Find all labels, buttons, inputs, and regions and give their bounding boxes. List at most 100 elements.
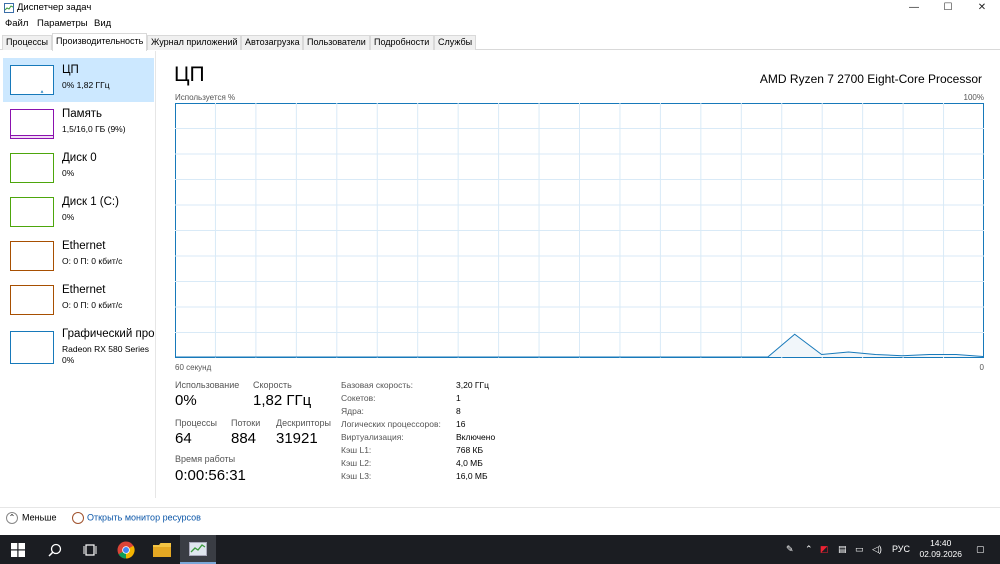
menu-params[interactable]: Параметры — [37, 18, 88, 29]
task-manager-icon — [189, 542, 207, 556]
sidebar-item-memory[interactable]: Память 1,5/16,0 ГБ (9%) — [3, 102, 154, 146]
info-value: Включено — [456, 432, 496, 442]
notification-icon[interactable]: ▢ — [976, 544, 985, 555]
info-label: Базовая скорость: — [341, 380, 414, 390]
tab-users[interactable]: Пользователи — [303, 35, 370, 50]
tab-services[interactable]: Службы — [434, 35, 476, 50]
graph-x-right: 0 — [979, 363, 984, 372]
resource-sidebar: ЦП 0% 1,82 ГГц Память 1,5/16,0 ГБ (9%) Д… — [0, 51, 156, 498]
threads-label: Потоки — [231, 418, 261, 428]
sidebar-item-sub: 1,5/16,0 ГБ (9%) — [62, 124, 126, 134]
tab-app-history[interactable]: Журнал приложений — [147, 35, 241, 50]
speed-label: Скорость — [253, 380, 292, 390]
sidebar-item-ethernet-2[interactable]: Ethernet О: 0 П: 0 кбит/с — [3, 278, 154, 322]
search-button[interactable] — [36, 535, 72, 564]
ethernet-thumbnail — [10, 241, 54, 271]
sidebar-item-label: Ethernet — [62, 284, 106, 296]
fewer-details-button[interactable]: ⌃ Меньше — [6, 512, 57, 524]
amd-icon[interactable]: ◩ — [820, 544, 829, 555]
info-value: 4,0 МБ — [456, 458, 483, 468]
menu-view[interactable]: Вид — [94, 18, 111, 29]
printer-icon[interactable]: ▤ — [838, 544, 847, 555]
sidebar-item-ethernet-1[interactable]: Ethernet О: 0 П: 0 кбит/с — [3, 234, 154, 278]
start-button[interactable] — [0, 535, 36, 564]
chrome-icon — [117, 541, 135, 559]
menu-file[interactable]: Файл — [5, 18, 28, 29]
search-icon — [48, 543, 62, 557]
info-value: 768 КБ — [456, 445, 484, 455]
info-value: 3,20 ГГц — [456, 380, 489, 390]
ethernet-thumbnail — [10, 285, 54, 315]
performance-panel: ЦП AMD Ryzen 7 2700 Eight-Core Processor… — [157, 51, 1000, 498]
volume-icon[interactable]: ◁) — [872, 544, 882, 555]
window-title: Диспетчер задач — [17, 2, 92, 13]
speed-value: 1,82 ГГц — [253, 392, 312, 409]
task-manager-taskbar-button[interactable] — [180, 535, 216, 564]
pen-icon[interactable]: ✎ — [786, 544, 794, 555]
tab-performance[interactable]: Производительность — [52, 33, 147, 51]
sidebar-item-label: Ethernet — [62, 240, 106, 252]
uptime-label: Время работы — [175, 454, 236, 464]
info-value: 16,0 МБ — [456, 471, 488, 481]
sidebar-item-label: Диск 1 (C:) — [62, 196, 119, 208]
info-value: 16 — [456, 419, 466, 429]
sidebar-item-disk0[interactable]: Диск 0 0% — [3, 146, 154, 190]
info-label: Кэш L2: — [341, 458, 372, 468]
processes-value: 64 — [175, 430, 192, 447]
clock-date: 02.09.2026 — [919, 549, 962, 559]
resource-monitor-label: Открыть монитор ресурсов — [87, 512, 201, 523]
task-view-icon — [83, 544, 97, 556]
graph-y-max: 100% — [963, 93, 984, 102]
info-label: Кэш L3: — [341, 471, 372, 481]
chrome-taskbar-button[interactable] — [108, 535, 144, 564]
explorer-taskbar-button[interactable] — [144, 535, 180, 564]
folder-icon — [153, 543, 171, 557]
cpu-model: AMD Ryzen 7 2700 Eight-Core Processor — [759, 72, 982, 86]
tab-strip: Процессы Производительность Журнал прило… — [0, 33, 1000, 51]
clock[interactable]: 14:40 02.09.2026 — [919, 538, 962, 560]
resource-monitor-icon — [72, 512, 84, 524]
sidebar-item-gpu[interactable]: Графический про Radeon RX 580 Series 0% — [3, 322, 155, 370]
info-label: Ядра: — [341, 406, 364, 416]
sidebar-item-sub: Radeon RX 580 Series — [62, 344, 149, 354]
taskbar: ✎ ⌃ ◩ ▤ ▭ ◁) РУС 14:40 02.09.2026 ▢ — [0, 535, 1000, 564]
gpu-thumbnail — [10, 331, 54, 364]
open-resource-monitor-link[interactable]: Открыть монитор ресурсов — [72, 512, 201, 524]
handles-value: 31921 — [276, 430, 318, 447]
minimize-button[interactable]: — — [898, 0, 930, 16]
close-button[interactable]: ✕ — [966, 0, 998, 16]
graph-y-label: Используется % — [175, 93, 236, 102]
page-title: ЦП — [174, 63, 205, 86]
language-indicator[interactable]: РУС — [892, 544, 910, 554]
maximize-button[interactable]: ☐ — [932, 0, 964, 16]
info-label: Виртуализация: — [341, 432, 404, 442]
threads-value: 884 — [231, 430, 257, 447]
windows-icon — [11, 543, 25, 557]
sidebar-item-cpu[interactable]: ЦП 0% 1,82 ГГц — [3, 58, 154, 102]
tab-details[interactable]: Подробности — [370, 35, 434, 50]
footer: ⌃ Меньше Открыть монитор ресурсов — [0, 507, 1000, 529]
info-label: Сокетов: — [341, 393, 376, 403]
chevron-up-icon: ⌃ — [6, 512, 18, 524]
memory-thumbnail — [10, 109, 54, 139]
task-manager-icon — [4, 3, 14, 13]
cpu-thumbnail — [10, 65, 54, 95]
fewer-details-label: Меньше — [22, 512, 57, 523]
sidebar-item-disk1[interactable]: Диск 1 (C:) 0% — [3, 190, 154, 234]
handles-label: Дескрипторы — [276, 418, 331, 428]
clock-time: 14:40 — [930, 538, 952, 548]
chevron-up-icon[interactable]: ⌃ — [805, 544, 813, 555]
disk1-thumbnail — [10, 197, 54, 227]
sidebar-item-sub: О: 0 П: 0 кбит/с — [62, 300, 123, 310]
disk0-thumbnail — [10, 153, 54, 183]
task-view-button[interactable] — [72, 535, 108, 564]
info-value: 1 — [456, 393, 461, 403]
tab-startup[interactable]: Автозагрузка — [241, 35, 303, 50]
usage-value: 0% — [175, 392, 197, 409]
tab-processes[interactable]: Процессы — [2, 35, 52, 50]
menu-bar: Файл Параметры Вид — [0, 16, 1000, 32]
uptime-value: 0:00:56:31 — [175, 467, 246, 484]
sidebar-item-sub: 0% — [62, 212, 75, 222]
network-icon[interactable]: ▭ — [855, 544, 864, 555]
cpu-usage-graph — [175, 103, 984, 358]
